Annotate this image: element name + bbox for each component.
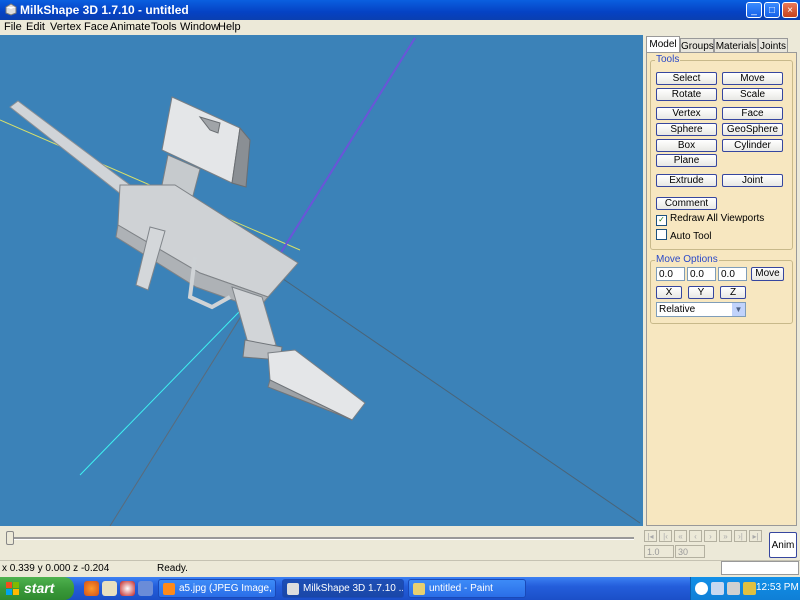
menu-vertex[interactable]: Vertex [50,21,81,33]
cylinder-button[interactable]: Cylinder [722,139,783,152]
windows-taskbar: start a5.jpg (JPEG Image, ... MilkShape … [0,577,800,600]
taskbar-item-paint[interactable]: untitled - Paint [408,579,526,598]
move-mode-value: Relative [659,304,696,315]
close-button[interactable]: × [782,2,798,18]
tool-panel: Model Groups Materials Joints Tools Sele… [643,35,800,528]
start-button[interactable]: start [0,577,74,600]
menu-face[interactable]: Face [84,21,108,33]
timeline-track[interactable] [6,537,634,540]
minimize-button[interactable]: _ [746,2,762,18]
axis-y-button[interactable]: Y [688,286,714,299]
media-quicklaunch-icon[interactable] [120,581,135,596]
menu-tools[interactable]: Tools [151,21,177,33]
first-frame-button[interactable]: |◂ [644,530,657,542]
geosphere-button[interactable]: GeoSphere [722,123,783,136]
prev-key-button[interactable]: |‹ [659,530,672,542]
frame-end-field[interactable]: 30 [675,545,705,558]
move-apply-button[interactable]: Move [751,267,784,281]
scale-button[interactable]: Scale [722,88,783,101]
tab-joints[interactable]: Joints [758,38,788,53]
chevron-down-icon: ▼ [732,303,745,316]
clock: 12:53 PM [756,582,799,593]
checkmark-icon: ✓ [656,215,667,226]
3d-viewport[interactable] [0,35,643,526]
taskbar-item-firefox[interactable]: a5.jpg (JPEG Image, ... [158,579,276,598]
next-key-button[interactable]: ›| [734,530,747,542]
status-field-box [721,561,799,575]
axis-z-button[interactable]: Z [720,286,746,299]
menu-animate[interactable]: Animate [110,21,150,33]
firefox-icon [163,583,175,595]
firefox-quicklaunch-icon[interactable] [84,581,99,596]
frame-start-field[interactable]: 1.0 [644,545,674,558]
move-tool-button[interactable]: Move [722,72,783,85]
timeline-slider-thumb[interactable] [6,531,14,545]
tools-group-label: Tools [655,54,681,65]
coordinates-readout: x 0.339 y 0.000 z -0.204 [2,563,110,574]
menu-help[interactable]: Help [218,21,241,33]
move-mode-dropdown[interactable]: Relative ▼ [656,302,746,317]
task-label: a5.jpg (JPEG Image, ... [179,583,276,594]
auto-tool-checkbox[interactable]: Auto Tool [656,229,712,242]
move-options-label: Move Options [655,254,719,265]
help-tray-icon[interactable] [695,582,708,595]
rotate-button[interactable]: Rotate [656,88,717,101]
milkshape-app-icon [5,3,17,16]
move-z-input[interactable]: 0.0 [718,267,747,281]
move-y-input[interactable]: 0.0 [687,267,716,281]
menu-bar: File Edit Vertex Face Animate Tools Wind… [0,20,800,35]
start-label: start [24,580,55,596]
comment-button[interactable]: Comment [656,197,717,210]
redraw-label: Redraw All Viewports [670,213,765,224]
network-tray-icon[interactable] [711,582,724,595]
face-button[interactable]: Face [722,107,783,120]
maximize-button[interactable]: □ [764,2,780,18]
vertex-button[interactable]: Vertex [656,107,717,120]
rewind-button[interactable]: « [674,530,687,542]
menu-window[interactable]: Window [180,21,219,33]
aim-quicklaunch-icon[interactable] [102,581,117,596]
task-label: untitled - Paint [429,583,493,594]
prev-frame-button[interactable]: ‹ [689,530,702,542]
move-x-input[interactable]: 0.0 [656,267,685,281]
empty-checkbox-icon [656,229,667,240]
animation-timeline: |◂ |‹ « ‹ › » ›| ▸| 1.0 30 Anim [0,528,800,560]
window-title: MilkShape 3D 1.7.10 - untitled [20,3,189,17]
joint-button[interactable]: Joint [722,174,783,187]
milkshape-icon [287,583,299,595]
sphere-button[interactable]: Sphere [656,123,717,136]
tab-materials[interactable]: Materials [714,38,758,53]
anim-button[interactable]: Anim [769,532,797,558]
speaker-tray-icon[interactable] [727,582,740,595]
extrude-button[interactable]: Extrude [656,174,717,187]
desktop-quicklaunch-icon[interactable] [138,581,153,596]
box-button[interactable]: Box [656,139,717,152]
windows-flag-icon [6,582,19,595]
taskbar-item-milkshape[interactable]: MilkShape 3D 1.7.10 ... [282,579,404,598]
redraw-all-viewports-checkbox[interactable]: ✓ Redraw All Viewports [656,213,764,226]
last-frame-button[interactable]: ▸| [749,530,762,542]
status-bar: x 0.339 y 0.000 z -0.204 Ready. [0,560,800,578]
menu-file[interactable]: File [4,21,22,33]
select-button[interactable]: Select [656,72,717,85]
title-bar: MilkShape 3D 1.7.10 - untitled _ □ × [0,0,800,20]
security-tray-icon[interactable] [743,582,756,595]
next-frame-button[interactable]: » [719,530,732,542]
paint-icon [413,583,425,595]
status-message: Ready. [157,563,188,574]
plane-button[interactable]: Plane [656,154,717,167]
axis-x-button[interactable]: X [656,286,682,299]
model-tab-body: Tools Select Move Rotate Scale Vertex Fa… [646,52,797,526]
play-button[interactable]: › [704,530,717,542]
task-label: MilkShape 3D 1.7.10 ... [303,583,404,594]
menu-edit[interactable]: Edit [26,21,45,33]
auto-tool-label: Auto Tool [670,231,712,242]
tab-groups[interactable]: Groups [680,38,714,53]
viewport-scene [0,37,641,526]
